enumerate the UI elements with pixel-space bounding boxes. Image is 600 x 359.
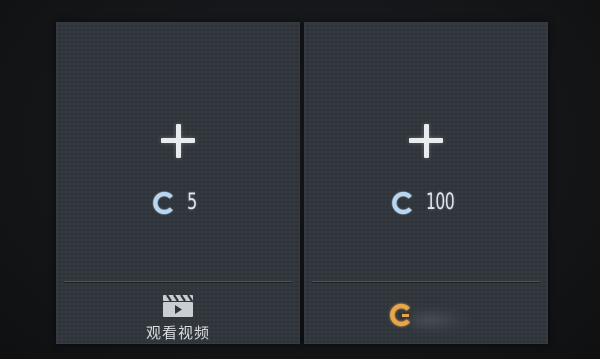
cost-row: 5: [56, 188, 300, 218]
watch-video-button[interactable]: 观看视频: [56, 290, 300, 344]
video-clapper-icon: [163, 294, 193, 317]
cost-row: 100: [304, 188, 548, 218]
plus-icon: [409, 124, 443, 158]
plus-icon: [161, 124, 195, 158]
unlock-slot-left[interactable]: 5 观看视频: [56, 22, 300, 344]
gold-coin-icon[interactable]: [388, 302, 414, 328]
cost-value: 5: [186, 190, 197, 215]
divider: [64, 281, 292, 282]
cost-value: 100: [425, 190, 455, 215]
coin-icon: [392, 191, 412, 215]
coin-icon: [153, 191, 173, 215]
watch-video-label: 观看视频: [145, 324, 210, 342]
divider: [312, 281, 540, 282]
unlock-slot-right[interactable]: 100: [304, 22, 548, 344]
touch-blur: [412, 306, 472, 334]
game-screen: 5 观看视频 100: [0, 0, 600, 359]
